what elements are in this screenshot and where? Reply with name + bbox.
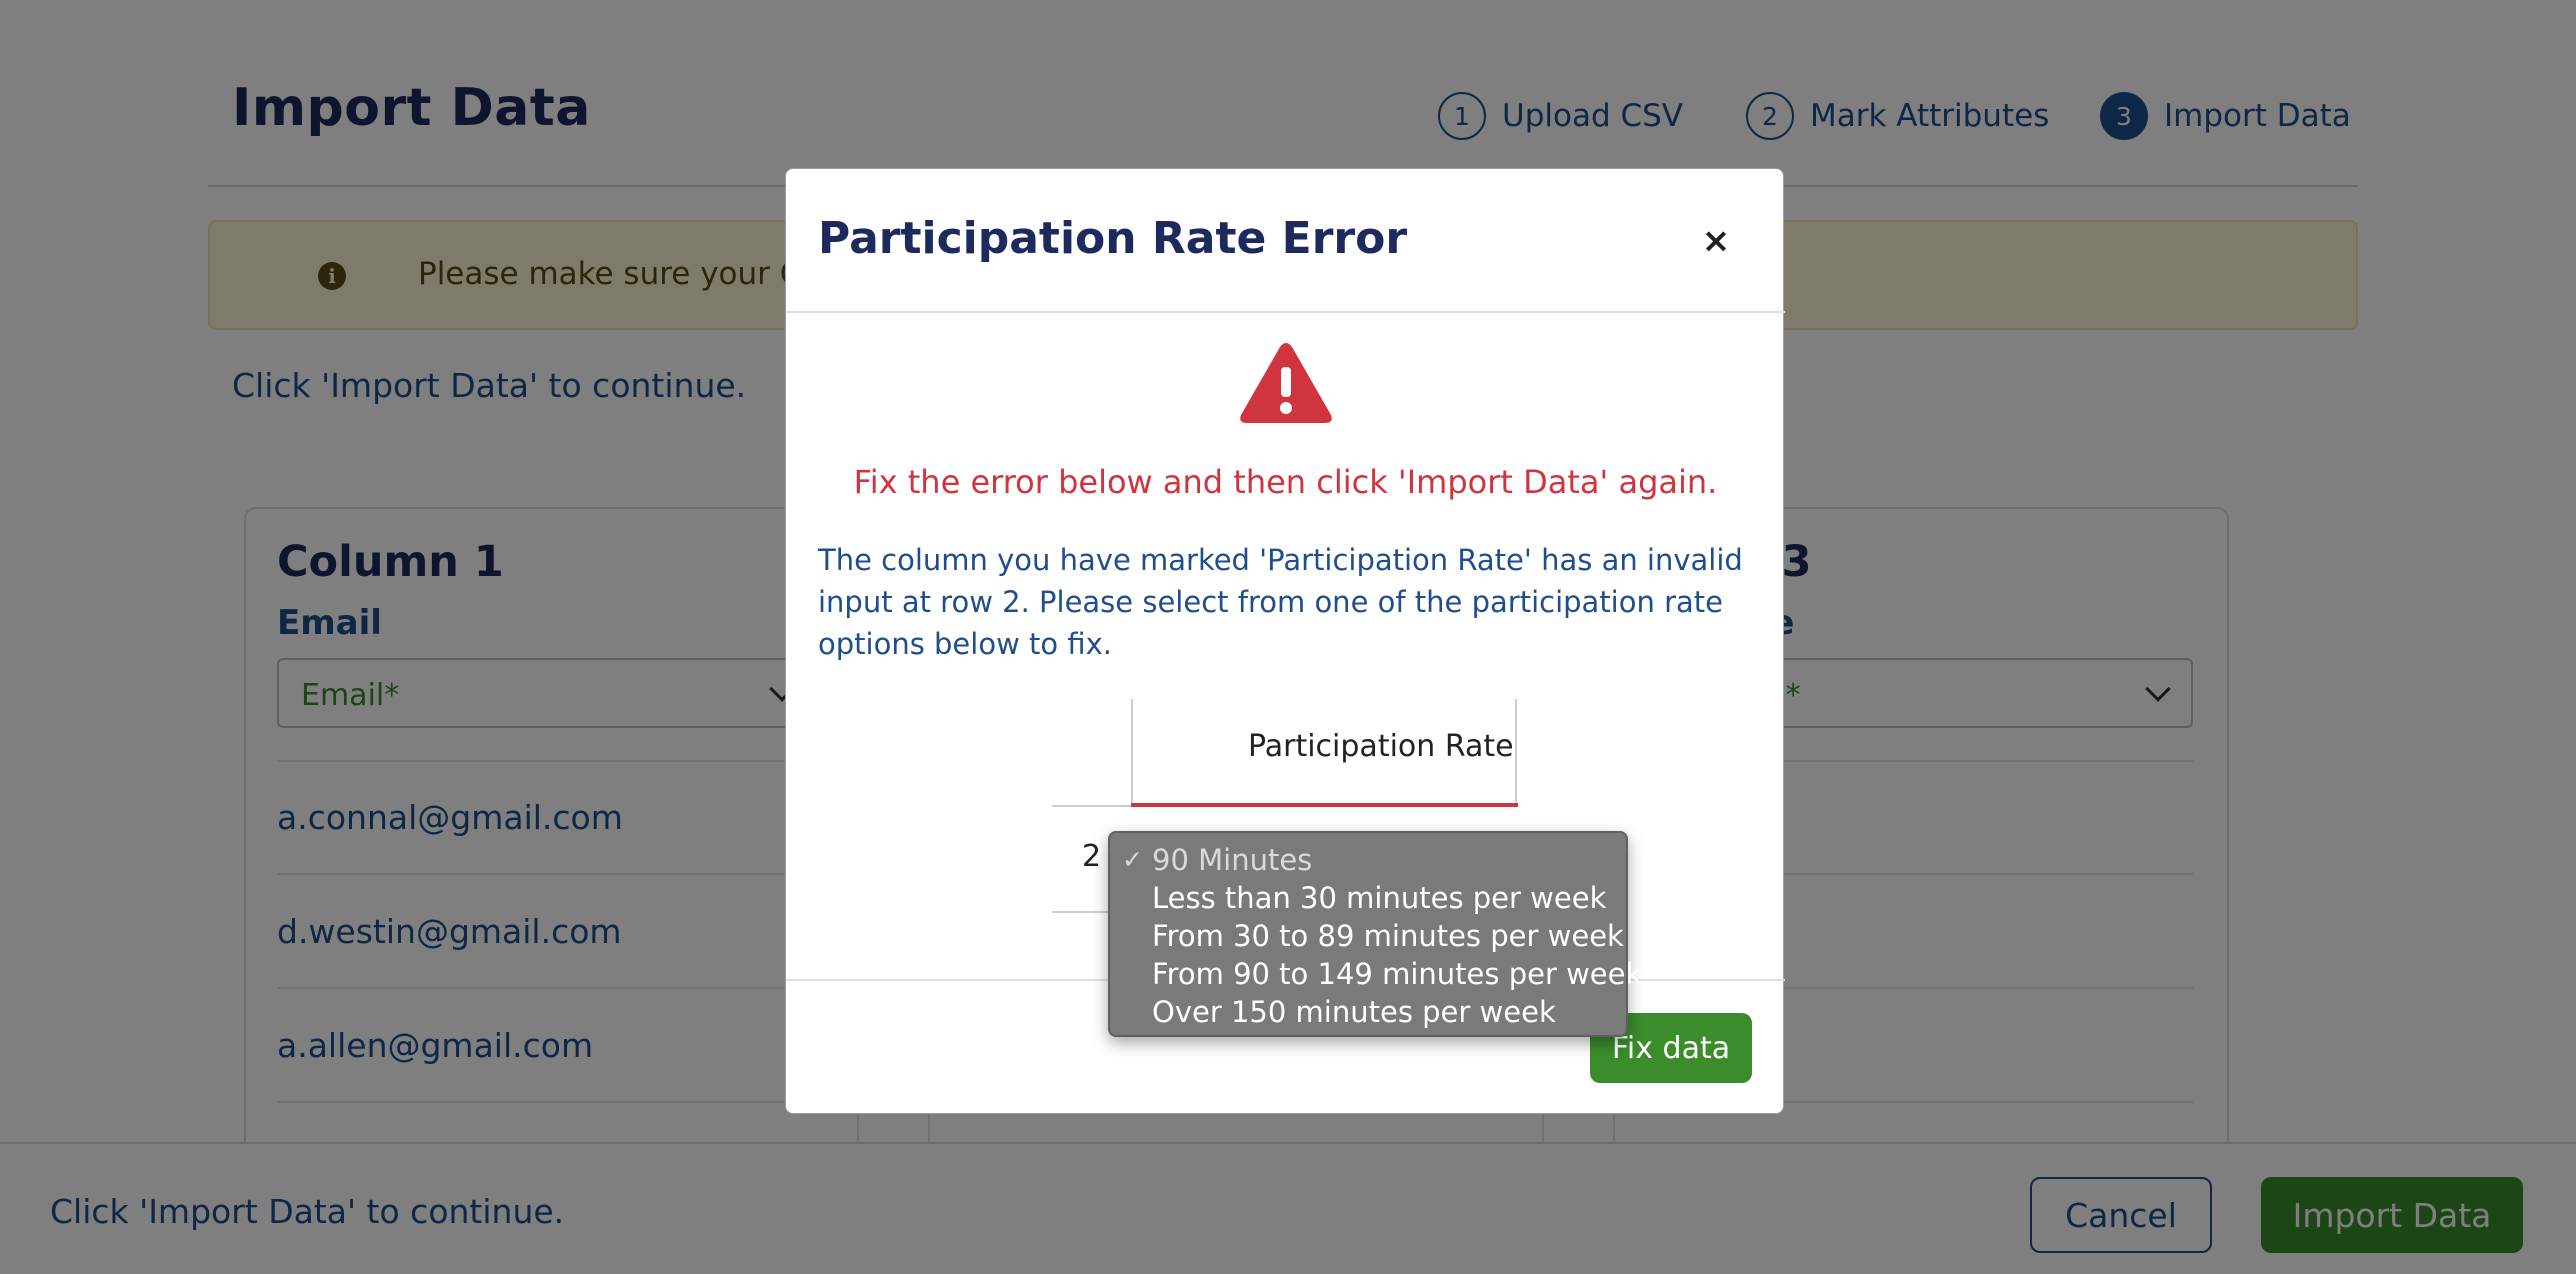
option-label: 90 Minutes [1152,843,1313,877]
row-number: 2 [1082,839,1102,874]
error-message: Fix the error below and then click 'Impo… [853,463,1718,501]
modal-header-divider [786,311,1785,313]
table-column-border [1131,699,1133,807]
error-description: The column you have marked 'Participatio… [818,543,1743,661]
dropdown-option[interactable]: From 30 to 89 minutes per week [1110,917,1626,955]
table-header-participation-rate: Participation Rate [1248,729,1514,764]
dropdown-option[interactable]: Less than 30 minutes per week [1110,879,1626,917]
dropdown-option-selected[interactable]: ✓ 90 Minutes [1110,841,1626,879]
modal-title: Participation Rate Error [818,213,1408,264]
table-column-border [1515,699,1517,807]
participation-rate-dropdown[interactable]: ✓ 90 Minutes Less than 30 minutes per we… [1108,831,1642,1037]
close-icon[interactable]: × [1696,221,1736,261]
invalid-cell-highlight [1131,803,1518,807]
check-icon: ✓ [1122,845,1143,874]
warning-icon [1240,343,1332,423]
dropdown-option[interactable]: Over 150 minutes per week [1110,993,1626,1031]
dropdown-option[interactable]: From 90 to 149 minutes per week [1110,955,1642,993]
